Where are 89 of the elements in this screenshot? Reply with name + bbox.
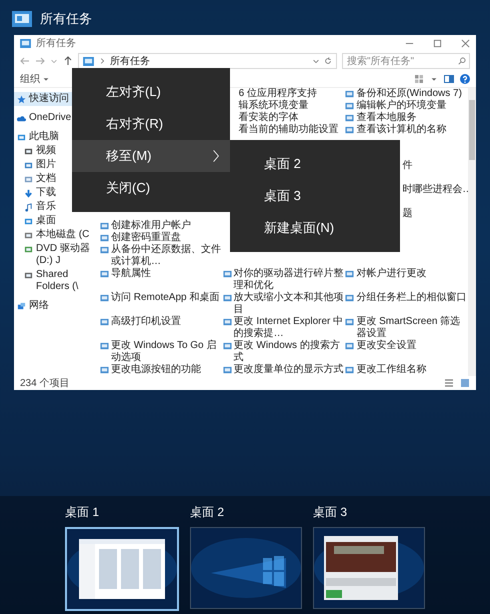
star-icon	[17, 95, 26, 104]
menu-item[interactable]: 新建桌面(N)	[230, 212, 400, 244]
nav-item[interactable]: 本地磁盘 (C	[14, 228, 100, 242]
up-arrow-icon[interactable]	[63, 56, 73, 66]
computer-icon	[17, 133, 26, 142]
control-panel-icon	[83, 56, 94, 66]
applet-icon	[100, 294, 109, 303]
search-icon[interactable]	[458, 57, 466, 65]
item-label[interactable]: 辑系统环境变量	[238, 100, 309, 112]
item-label[interactable]: 从备份中还原数据、文件或计算机…	[111, 244, 223, 268]
back-arrow-icon[interactable]	[20, 56, 30, 66]
applet-icon	[100, 270, 109, 279]
item-label[interactable]: 更改度量单位的显示方式	[234, 364, 344, 376]
control-panel-icon	[12, 11, 32, 27]
applet-icon	[222, 270, 232, 279]
control-panel-icon	[20, 38, 31, 48]
item-label[interactable]: 更改安全设置	[356, 340, 416, 352]
item-label[interactable]: 更改 Windows To Go 启动选项	[111, 340, 223, 364]
close-icon[interactable]	[461, 38, 470, 48]
desktop-label: 桌面 2	[190, 504, 226, 521]
item-label[interactable]: 访问 RemoteApp 和桌面	[111, 292, 220, 304]
applet-icon	[100, 342, 109, 351]
item-label[interactable]: 备份和还原(Windows 7)	[356, 88, 462, 100]
chevron-right-icon	[98, 57, 106, 65]
applet-icon	[222, 318, 232, 327]
item-label[interactable]: 看安装的字体	[238, 112, 299, 124]
preview-pane-icon[interactable]	[444, 74, 454, 84]
search-field[interactable]: 搜索"所有任务"	[342, 53, 470, 69]
applet-icon	[222, 366, 232, 375]
item-label[interactable]: 更改工作组名称	[356, 364, 426, 376]
item-label[interactable]: 6 位应用程序支持	[238, 88, 317, 100]
item-label[interactable]: 高级打印机设置	[111, 316, 181, 328]
desktop-label: 桌面 1	[65, 504, 100, 521]
item-label[interactable]: 分组任务栏上的相似窗口	[356, 292, 466, 304]
item-label[interactable]: 创建标准用户帐户	[111, 220, 191, 232]
item-label[interactable]: 查看该计算机的名称	[356, 124, 446, 136]
dropdown-icon[interactable]	[312, 57, 320, 65]
item-label[interactable]: 更改 SmartScreen 筛选器设置	[356, 316, 468, 340]
chevron-right-icon	[212, 149, 220, 163]
maximize-icon[interactable]	[433, 38, 442, 48]
applet-icon	[345, 294, 354, 303]
applet-icon	[222, 294, 232, 303]
applet-icon	[345, 318, 354, 327]
item-label[interactable]: 编辑帐户的环境变量	[356, 100, 446, 112]
item-label[interactable]: 对你的驱动器进行碎片整理和优化	[234, 268, 346, 292]
item-label[interactable]: 件	[402, 160, 412, 172]
nav-item[interactable]: DVD 驱动器 (D:) J	[14, 242, 100, 268]
help-icon[interactable]	[460, 74, 470, 84]
item-label[interactable]: 创建密码重置盘	[111, 232, 181, 244]
applet-icon	[345, 366, 354, 375]
window-title: 所有任务	[40, 10, 92, 28]
item-label[interactable]: 更改 Internet Explorer 中的搜索提…	[234, 316, 346, 340]
nav-item[interactable]: Shared Folders (\	[14, 268, 100, 294]
scrollbar-thumb[interactable]	[469, 100, 475, 160]
status-text: 234 个项目	[20, 377, 70, 390]
nav-item[interactable]: 桌面	[14, 214, 100, 228]
scrollbar[interactable]	[468, 88, 476, 376]
forward-arrow-icon[interactable]	[35, 56, 45, 66]
item-label[interactable]: 导航属性	[111, 268, 151, 280]
applet-icon	[100, 366, 109, 375]
nav-item[interactable]: 网络	[14, 299, 100, 313]
view-icon[interactable]	[414, 74, 424, 84]
large-icons-view-icon[interactable]	[460, 378, 470, 388]
music-note-icon	[24, 203, 33, 212]
item-label[interactable]: 放大或缩小文本和其他项目	[234, 292, 346, 316]
applet-icon	[345, 342, 354, 351]
item-label[interactable]: 题	[402, 208, 412, 220]
menu-item[interactable]: 移至(M)	[72, 140, 230, 172]
cloud-icon	[17, 114, 26, 123]
item-label[interactable]: 更改电源按钮的功能	[111, 364, 201, 376]
download-icon	[24, 189, 33, 198]
caret-icon	[42, 75, 50, 83]
item-label[interactable]: 更改 Windows 的搜索方式	[234, 340, 346, 364]
refresh-icon[interactable]	[324, 57, 332, 65]
network-icon	[17, 302, 26, 311]
applet-icon	[345, 270, 354, 279]
organize-button[interactable]: 组织	[20, 72, 50, 86]
item-label[interactable]: 查看本地服务	[356, 112, 416, 124]
dropdown-icon[interactable]	[430, 75, 438, 83]
window-title: 所有任务	[36, 36, 76, 50]
address-text: 所有任务	[110, 54, 150, 68]
desktop-label: 桌面 3	[313, 504, 348, 521]
applet-icon	[222, 342, 232, 351]
details-view-icon[interactable]	[444, 378, 454, 388]
menu-item[interactable]: 桌面 2	[230, 148, 400, 180]
item-label[interactable]: 对帐户进行更改	[356, 268, 426, 280]
menu-item[interactable]: 桌面 3	[230, 180, 400, 212]
applet-icon	[100, 318, 109, 327]
item-label[interactable]: 看当前的辅助功能设置	[238, 124, 339, 136]
